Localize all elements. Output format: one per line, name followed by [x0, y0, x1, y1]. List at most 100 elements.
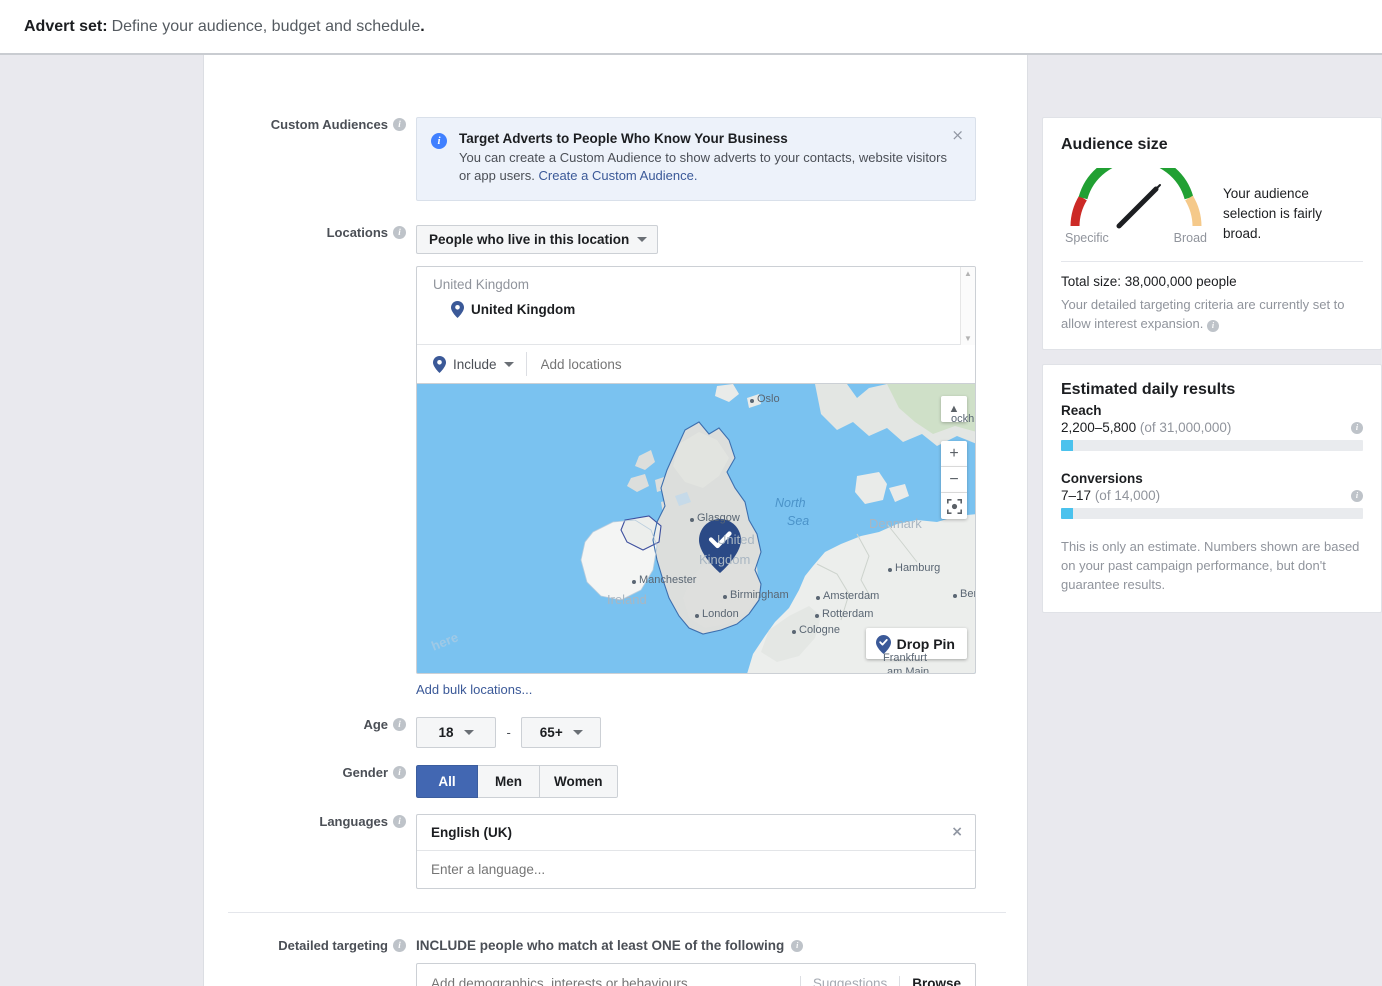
selected-locations-list: United Kingdom United Kingdom ▲ ▼: [417, 267, 975, 345]
gender-label: Gender i: [204, 765, 416, 780]
info-circle-icon: i: [431, 133, 447, 149]
metric-range: 2,200–5,800: [1061, 420, 1137, 435]
map-recenter-button[interactable]: [941, 493, 967, 519]
selected-location-map-pin[interactable]: [699, 519, 741, 573]
info-icon[interactable]: i: [393, 226, 406, 239]
gender-option-women[interactable]: Women: [540, 765, 618, 798]
locations-field: People who live in this location United …: [416, 225, 1029, 697]
scroll-down-icon[interactable]: ▼: [964, 334, 972, 343]
location-mode-dropdown[interactable]: People who live in this location: [416, 225, 659, 254]
page-header: Advert set: Define your audience, budget…: [0, 0, 1382, 55]
advert-set-form-panel: Custom Audiences i i Target Adverts to P…: [203, 55, 1028, 986]
metric-progress-fill: [1061, 508, 1074, 519]
detailed-targeting-heading-text: INCLUDE people who match at least ONE of…: [416, 938, 785, 953]
audience-card-divider: [1061, 261, 1363, 262]
chevron-down-icon: [572, 730, 583, 735]
right-rail: Audience size Specific Broad Your audien…: [1042, 55, 1382, 627]
location-pin-icon: [433, 355, 446, 373]
add-location-bar: Include: [417, 345, 975, 383]
info-icon[interactable]: i: [1351, 421, 1363, 434]
detailed-targeting-field: INCLUDE people who match at least ONE of…: [416, 938, 1029, 986]
age-min-dropdown[interactable]: 18: [416, 717, 496, 748]
metric-total: (of 14,000): [1094, 488, 1161, 503]
custom-audience-notice: i Target Adverts to People Who Know Your…: [416, 117, 976, 201]
audience-expansion-note-text: Your detailed targeting criteria are cur…: [1061, 297, 1345, 331]
metric-range: 7–17: [1061, 488, 1092, 503]
languages-box: English (UK) ×: [416, 814, 976, 889]
info-icon[interactable]: i: [393, 939, 406, 952]
notice-body-text: You can create a Custom Audience to show…: [459, 150, 947, 183]
include-label: Include: [453, 356, 497, 372]
drop-pin-button[interactable]: Drop Pin: [865, 628, 967, 659]
remove-language-icon[interactable]: ×: [951, 824, 963, 840]
add-bulk-locations-link[interactable]: Add bulk locations...: [416, 682, 1029, 697]
gauge-label-specific: Specific: [1065, 231, 1109, 245]
locations-box: United Kingdom United Kingdom ▲ ▼ Includ…: [416, 266, 976, 674]
locations-scrollbar[interactable]: ▲ ▼: [960, 267, 975, 345]
language-input[interactable]: [417, 851, 975, 888]
create-custom-audience-link[interactable]: Create a Custom Audience.: [539, 168, 698, 183]
info-icon[interactable]: i: [1206, 320, 1219, 332]
notice-body: You can create a Custom Audience to show…: [459, 149, 959, 185]
age-label-text: Age: [363, 717, 388, 732]
detailed-targeting-input-wrap: Suggestions Browse: [416, 963, 976, 986]
suggestions-button[interactable]: Suggestions: [799, 975, 899, 986]
recenter-icon: [946, 498, 962, 514]
languages-field: English (UK) ×: [416, 814, 1029, 889]
gender-option-all[interactable]: All: [416, 765, 478, 798]
browse-button[interactable]: Browse: [899, 975, 975, 986]
age-range-dash: -: [506, 725, 511, 740]
audience-size-title: Audience size: [1061, 136, 1168, 153]
estimated-daily-results-card: Estimated daily results Reach 2,200–5,80…: [1042, 364, 1382, 613]
gauge-icon: [1070, 153, 1202, 229]
page-title-strong: Advert set:: [24, 17, 108, 35]
age-max-dropdown[interactable]: 65+: [521, 717, 602, 748]
audience-total-size: Total size: 38,000,000 people: [1061, 274, 1237, 289]
custom-audiences-label: Custom Audiences i: [204, 117, 416, 132]
custom-audiences-label-text: Custom Audiences: [270, 117, 388, 132]
audience-expansion-note: Your detailed targeting criteria are cur…: [1061, 295, 1363, 333]
info-icon[interactable]: i: [393, 718, 406, 731]
detailed-targeting-heading: INCLUDE people who match at least ONE of…: [416, 938, 1029, 953]
map-city-dot: [750, 399, 754, 403]
age-min-value: 18: [438, 725, 454, 740]
drop-pin-icon: [875, 635, 891, 654]
list-item-label: United Kingdom: [471, 302, 576, 317]
section-divider: [228, 912, 1006, 913]
audience-gauge: Specific Broad: [1061, 153, 1211, 245]
chevron-down-icon: [637, 237, 648, 242]
locations-map[interactable]: here ▲ + − Drop Pin Oslo ockh Glasgow No…: [417, 383, 975, 673]
list-item[interactable]: United Kingdom: [433, 301, 975, 318]
locations-label-text: Locations: [326, 225, 388, 240]
map-city-dot: [690, 518, 694, 522]
gauge-scale-labels: Specific Broad: [1061, 231, 1211, 245]
info-icon[interactable]: i: [791, 939, 804, 952]
metric-conversions: Conversions 7–17 (of 14,000) i: [1061, 471, 1363, 519]
info-icon[interactable]: i: [1351, 489, 1363, 502]
chevron-down-icon: [463, 730, 474, 735]
map-compass-button[interactable]: ▲: [941, 396, 967, 422]
detailed-targeting-input[interactable]: [417, 975, 800, 986]
close-icon[interactable]: ×: [951, 126, 964, 144]
detailed-targeting-label-text: Detailed targeting: [278, 938, 388, 953]
add-locations-input[interactable]: [538, 355, 839, 373]
locations-label: Locations i: [204, 225, 416, 240]
map-city-dot: [792, 630, 796, 634]
metric-total: (of 31,000,000): [1139, 420, 1232, 435]
info-icon[interactable]: i: [393, 766, 406, 779]
info-icon[interactable]: i: [393, 118, 406, 131]
info-icon[interactable]: i: [393, 815, 406, 828]
custom-audiences-field: i Target Adverts to People Who Know Your…: [416, 117, 1029, 201]
gender-option-men[interactable]: Men: [478, 765, 540, 798]
language-token-label: English (UK): [431, 825, 512, 840]
scroll-up-icon[interactable]: ▲: [964, 269, 972, 278]
map-zoom-out-button[interactable]: −: [941, 467, 967, 493]
detailed-targeting-row: Detailed targeting i INCLUDE people who …: [204, 938, 1029, 986]
map-zoom-in-button[interactable]: +: [941, 441, 967, 467]
page-body: Custom Audiences i i Target Adverts to P…: [0, 55, 1382, 986]
metric-reach: Reach 2,200–5,800 (of 31,000,000) i: [1061, 403, 1363, 451]
location-mode-value: People who live in this location: [429, 232, 630, 247]
include-exclude-dropdown[interactable]: Include: [433, 352, 527, 376]
notice-title: Target Adverts to People Who Know Your B…: [459, 131, 788, 146]
gauge-label-broad: Broad: [1173, 231, 1207, 245]
